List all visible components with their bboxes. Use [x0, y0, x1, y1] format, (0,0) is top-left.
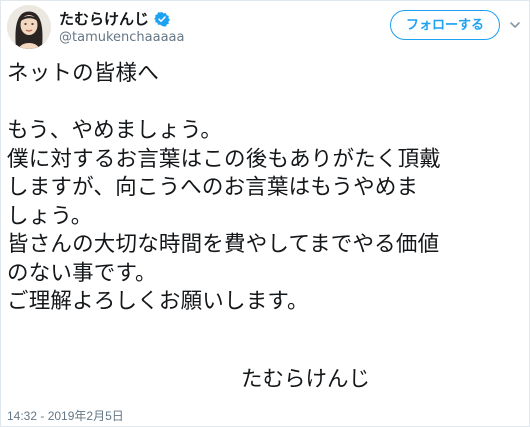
tweet-timestamp[interactable]: 14:32 - 2019年2月5日: [7, 408, 124, 424]
tweet-line: 皆さんの大切な時間を費やしてまでやる価値: [7, 232, 440, 257]
follow-button[interactable]: フォローする: [390, 10, 500, 40]
tweet-line: もう、やめましょう。: [7, 118, 223, 143]
author-name-row[interactable]: たむらけんじ: [59, 9, 170, 29]
tweet-line: しょう。: [7, 203, 93, 229]
tweet-line: のない事です。: [7, 260, 157, 286]
tweet-card: たむらけんじ @tamukenchaaaaa フォローする ネットの皆様へ もう…: [0, 0, 530, 427]
verified-badge-icon: [154, 11, 170, 27]
tweet-line: しますが、向こうへのお言葉はもうやめま: [7, 175, 419, 200]
display-name[interactable]: たむらけんじ: [59, 9, 149, 29]
avatar[interactable]: [7, 5, 51, 49]
chevron-down-icon[interactable]: [508, 17, 522, 31]
avatar-portrait-icon: [7, 5, 51, 49]
tweet-line: ネットの皆様へ: [7, 61, 159, 86]
user-handle[interactable]: @tamukenchaaaaa: [59, 30, 185, 46]
tweet-text: ネットの皆様へ もう、やめましょう。 僕に対するお言葉はこの後もありがたく頂戴 …: [7, 60, 525, 317]
tweet-line: 僕に対するお言葉はこの後もありがたく頂戴: [7, 146, 442, 172]
tweet-line: ご理解よろしくお願いします。: [7, 289, 309, 314]
tweet-line: [7, 89, 525, 118]
tweet-signature: たむらけんじ: [241, 367, 371, 392]
